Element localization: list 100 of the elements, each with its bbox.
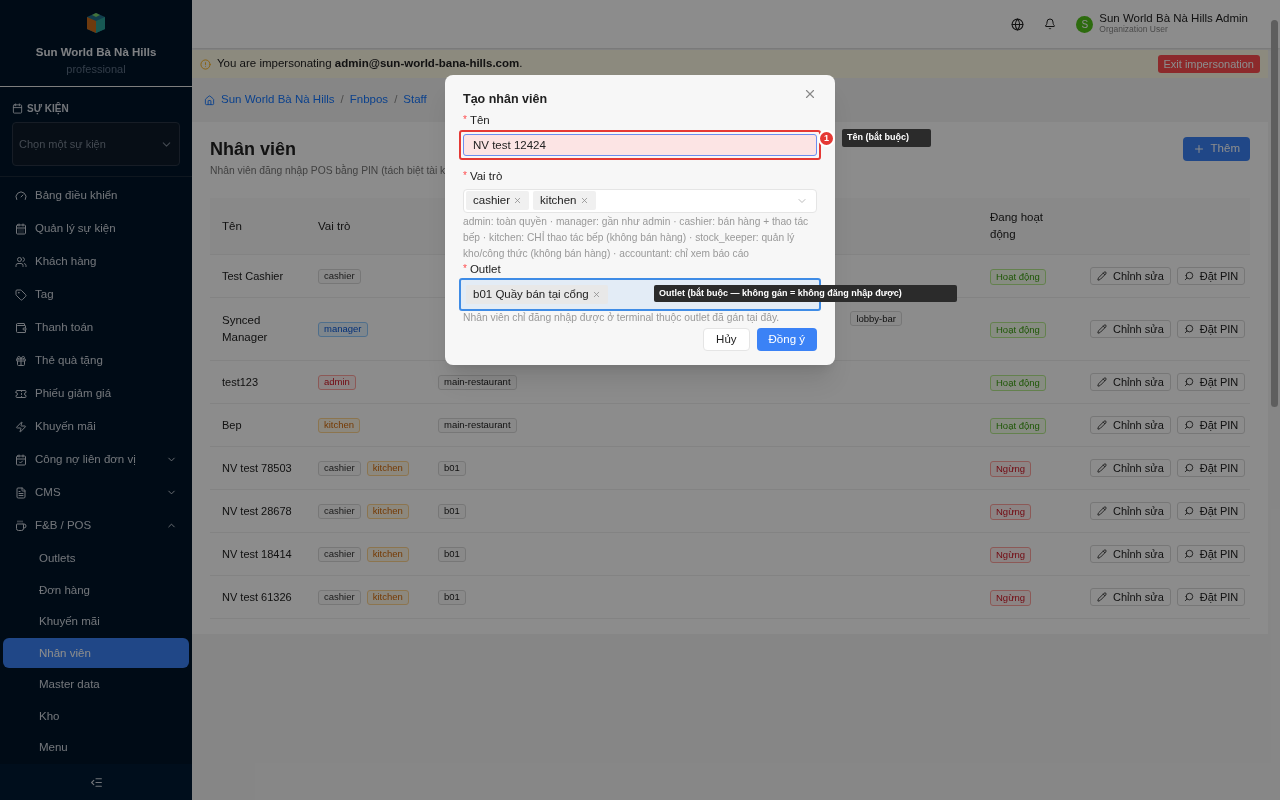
role-tag: kitchen	[366, 460, 409, 476]
sidebar-item[interactable]: F&B / POS	[0, 509, 192, 543]
search-icon	[1183, 506, 1194, 517]
status-tag: Hoạt động	[990, 321, 1046, 338]
sidebar-subitem[interactable]: Master data	[3, 669, 189, 700]
search-icon	[1183, 271, 1194, 282]
edit-button[interactable]: Chỉnh sửa	[1090, 502, 1171, 521]
role-tag: manager	[318, 321, 368, 337]
sidebar-subitem[interactable]: Nhân viên	[3, 638, 189, 669]
sidebar-item[interactable]: Công nợ liên đơn vị	[0, 443, 192, 477]
outlet-tag: b01	[438, 589, 466, 605]
home-icon	[204, 94, 215, 106]
set-pin-button[interactable]: Đặt PIN	[1176, 373, 1246, 392]
breadcrumb-separator: /	[340, 92, 344, 108]
edit-button[interactable]: Chỉnh sửa	[1090, 320, 1171, 339]
sidebar-subitem[interactable]: Kho	[3, 701, 189, 732]
breadcrumb-link[interactable]: Staff	[403, 91, 427, 109]
required-mark: *	[463, 261, 467, 276]
users-icon	[15, 255, 27, 268]
sidebar-subitem[interactable]: Menu	[3, 732, 189, 763]
outlet-help-text: Nhân viên chỉ đăng nhập được ở terminal thuộc outlet đã gán tại đây.	[463, 310, 781, 324]
roles-select[interactable]: cashier kitchen	[463, 188, 817, 213]
set-pin-button[interactable]: Đặt PIN	[1176, 267, 1246, 286]
role-tag: kitchen	[366, 589, 409, 605]
banner-text: You are impersonating admin@sun-world-bana-hills.com.	[217, 56, 523, 72]
edit-button[interactable]: Chỉnh sửa	[1090, 416, 1171, 435]
sidebar-item[interactable]: Quản lý sự kiện	[0, 212, 192, 246]
page-title: Nhân viên	[210, 138, 298, 161]
breadcrumb-link[interactable]: Fnbpos	[349, 91, 389, 109]
edit-button[interactable]: Chỉnh sửa	[1090, 545, 1171, 564]
set-pin-button[interactable]: Đặt PIN	[1176, 502, 1246, 521]
status-tag: Hoạt động	[990, 374, 1046, 391]
edit-button[interactable]: Chỉnh sửa	[1090, 588, 1171, 607]
role-tag: kitchen	[366, 546, 409, 562]
scrollbar[interactable]	[1271, 20, 1278, 407]
sidebar-item[interactable]: Thẻ quà tặng	[0, 344, 192, 378]
sidebar-item[interactable]: Bảng điều khiển	[0, 179, 192, 213]
add-button[interactable]: Thêm	[1182, 137, 1250, 161]
field-label: Outlet	[469, 261, 501, 276]
calendar-check-icon	[15, 453, 27, 466]
sidebar-subitem[interactable]: Outlets	[3, 543, 189, 574]
sidebar-item[interactable]: Thanh toán	[0, 311, 192, 345]
annotation-tooltip: Outlet (bắt buộc — không gán = không đăng nhập được)	[654, 285, 957, 302]
sidebar-item[interactable]: Khuyến mãi	[0, 410, 192, 444]
page-subtitle: Nhân viên đăng nhập POS bằng PIN (tách biệt tài k	[210, 163, 446, 178]
pencil-icon	[1097, 549, 1107, 560]
set-pin-button[interactable]: Đặt PIN	[1176, 320, 1246, 339]
section-label: SỰ KIỆN	[27, 101, 69, 117]
role-tag: kitchen	[366, 503, 409, 519]
column-header: Vai trò	[318, 218, 352, 234]
sidebar-item[interactable]: Tag	[0, 278, 192, 312]
status-tag: Hoạt động	[990, 268, 1046, 285]
search-icon	[1183, 592, 1194, 603]
dialog-title: Tạo nhân viên	[463, 91, 548, 108]
remove-icon[interactable]	[591, 289, 601, 299]
status-tag: Hoạt động	[990, 417, 1046, 434]
brand-title: Sun World Bà Nà Hills	[35, 45, 157, 60]
sidebar-subitem[interactable]: Khuyến mãi	[3, 606, 189, 637]
status-tag: Ngừng	[990, 460, 1032, 477]
outlet-tag: b01	[438, 460, 466, 476]
set-pin-button[interactable]: Đặt PIN	[1176, 545, 1246, 564]
role-tag: admin	[318, 374, 356, 390]
user-name: Sun World Bà Nà Hills Admin	[1099, 13, 1248, 24]
set-pin-button[interactable]: Đặt PIN	[1176, 416, 1246, 435]
edit-button[interactable]: Chỉnh sửa	[1090, 267, 1171, 286]
search-icon	[1183, 324, 1194, 335]
calendar-icon	[15, 222, 27, 235]
name-field[interactable]: NV test 12424	[463, 133, 817, 156]
set-pin-button[interactable]: Đặt PIN	[1176, 459, 1246, 478]
outlet-chip: b01 Quầy bán tại cổng	[466, 284, 608, 304]
edit-button[interactable]: Chỉnh sửa	[1090, 459, 1171, 478]
role-tag: kitchen	[318, 417, 361, 433]
plus-icon	[1192, 143, 1205, 155]
sidebar-item[interactable]: CMS	[0, 476, 192, 510]
collapse-icon[interactable]	[89, 775, 103, 789]
breadcrumb-separator: /	[394, 92, 398, 108]
edit-button[interactable]: Chỉnh sửa	[1090, 373, 1171, 392]
gauge-icon	[15, 189, 27, 202]
ticket-icon	[15, 387, 27, 400]
exit-impersonation-button[interactable]: Exit impersonation	[1157, 55, 1260, 73]
cancel-button[interactable]: Hủy	[703, 327, 750, 351]
set-pin-button[interactable]: Đặt PIN	[1176, 588, 1246, 607]
remove-icon[interactable]	[513, 196, 523, 206]
sidebar-item[interactable]: Phiếu giảm giá	[0, 377, 192, 411]
globe-icon[interactable]	[1011, 17, 1025, 31]
confirm-button[interactable]: Đồng ý	[756, 327, 817, 351]
roles-help-text: admin: toàn quyền · manager: gần như admin · cashier: bán hàng + thao tác bếp · kitchen: CHỈ thao tác bếp (không bán hàng) · stock_keeper: quản lý kho/công thức (không bán hàng) · accountant: chỉ xem báo cáo	[463, 214, 810, 261]
warning-icon	[200, 58, 211, 70]
sidebar-item[interactable]: Khách hàng	[0, 245, 192, 279]
status-tag: Ngừng	[990, 546, 1032, 563]
table-cell-text: Bep	[221, 417, 243, 433]
required-mark: *	[463, 112, 467, 127]
sidebar-subitem[interactable]: Đơn hàng	[3, 575, 189, 606]
table-cell-text: NV test 78503	[221, 460, 293, 476]
column-header: Đang hoạt động	[990, 210, 1045, 243]
role-tag: cashier	[318, 460, 361, 476]
remove-icon[interactable]	[579, 196, 589, 206]
breadcrumb-link[interactable]: Sun World Bà Nà Hills	[221, 91, 335, 109]
bell-icon[interactable]	[1044, 18, 1057, 30]
search-icon	[1183, 549, 1194, 560]
